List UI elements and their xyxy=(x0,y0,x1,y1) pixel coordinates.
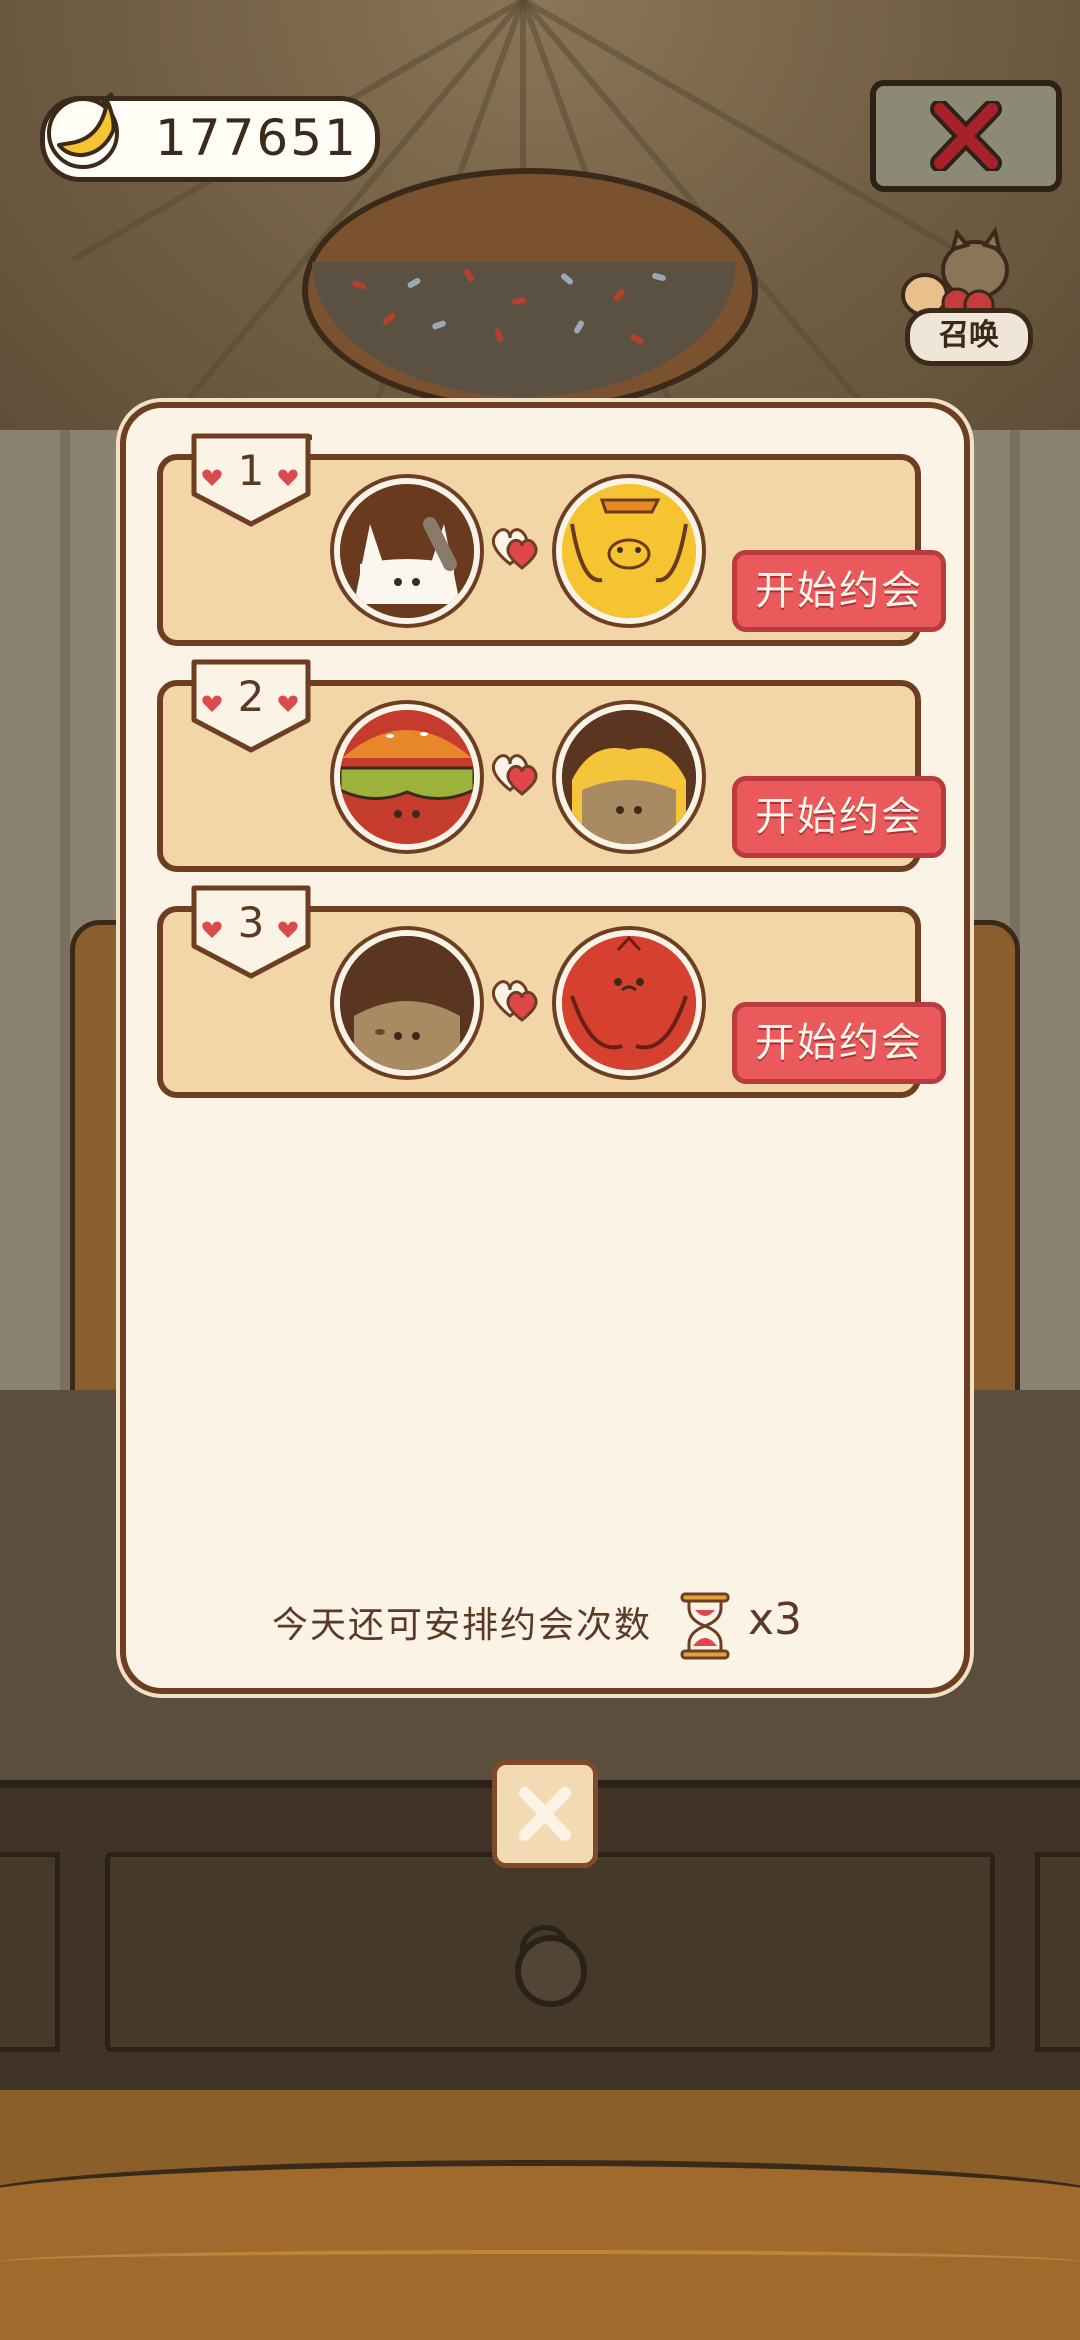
close-scene-button[interactable] xyxy=(870,80,1062,192)
red-bird-avatar[interactable] xyxy=(556,930,702,1076)
close-icon xyxy=(930,101,1002,171)
wall-stripe xyxy=(60,430,70,1410)
yellow-blob-avatar[interactable] xyxy=(556,704,702,850)
heart-icon xyxy=(491,528,538,570)
rank-number: 1 xyxy=(237,446,265,495)
burger-avatar[interactable] xyxy=(334,704,480,850)
brown-blob-avatar[interactable] xyxy=(334,930,480,1076)
start-date-button[interactable]: 开始约会 xyxy=(732,550,946,632)
rank-badge: 2 xyxy=(190,658,312,754)
remaining-dates-label: 今天还可安排约会次数 xyxy=(272,1605,653,1646)
hourglass-icon xyxy=(680,1592,730,1660)
close-panel-button[interactable] xyxy=(492,1760,598,1868)
drawer-side xyxy=(1035,1852,1080,2052)
drawer-side xyxy=(0,1852,60,2052)
blanket-pattern xyxy=(0,2250,1080,2274)
remaining-dates-count: x3 xyxy=(748,1594,803,1645)
rank-number: 3 xyxy=(237,898,265,947)
start-date-button[interactable]: 开始约会 xyxy=(732,1002,946,1084)
heart-icon xyxy=(491,980,538,1022)
close-icon xyxy=(519,1787,571,1841)
banana-amount: 177651 xyxy=(155,109,358,167)
rank-number: 2 xyxy=(237,672,265,721)
banana-icon xyxy=(47,92,119,169)
start-date-button[interactable]: 开始约会 xyxy=(732,776,946,858)
rabbit-avatar[interactable] xyxy=(334,478,480,624)
rank-badge: 3 xyxy=(190,884,312,980)
yellow-dog-avatar[interactable] xyxy=(556,478,702,624)
drawer-knob xyxy=(515,1935,587,2007)
summon-label[interactable]: 召唤 xyxy=(905,308,1033,366)
heart-icon xyxy=(491,754,538,796)
banana-currency: 177651 xyxy=(40,92,380,182)
rank-badge: 1 xyxy=(190,432,323,528)
